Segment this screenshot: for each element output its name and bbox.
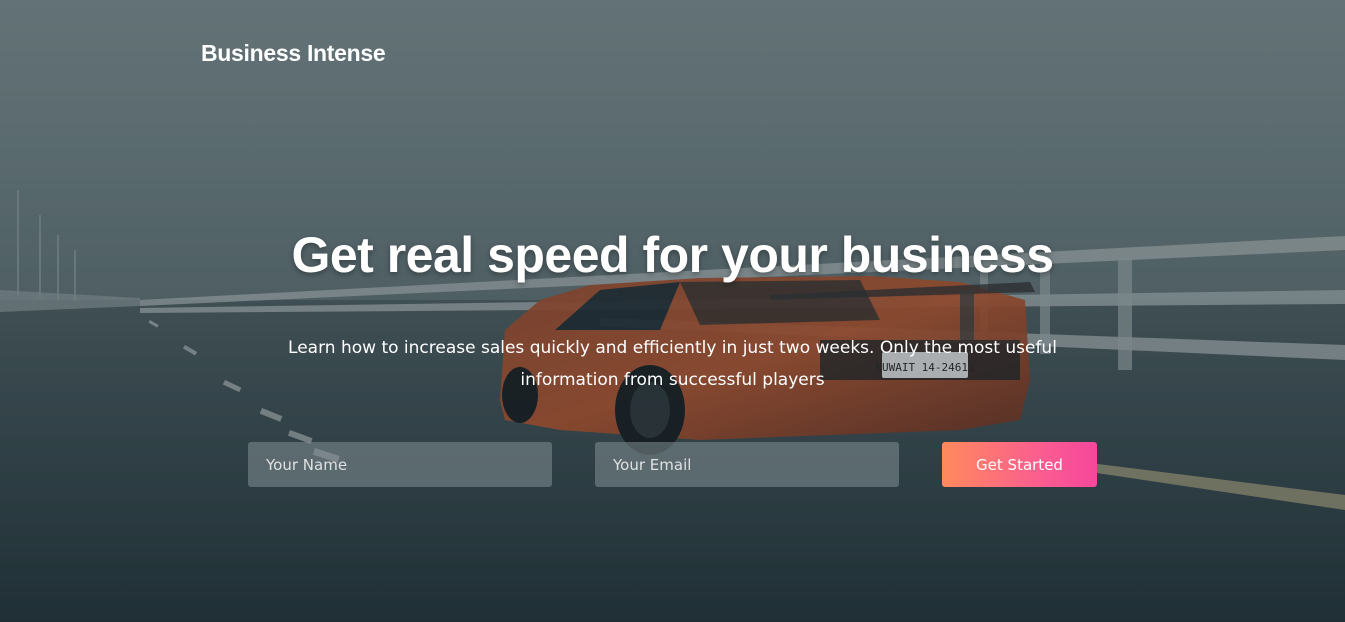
brand-logo[interactable]: Business Intense (201, 40, 386, 67)
dark-overlay (0, 0, 1345, 622)
hero-section: KUWAIT 14-24611 Business Intense Get rea… (0, 0, 1345, 622)
hero-headline: Get real speed for your business (291, 227, 1054, 283)
email-input[interactable] (595, 442, 899, 487)
name-input[interactable] (248, 442, 552, 487)
hero-subtext: Learn how to increase sales quickly and … (288, 338, 1057, 390)
get-started-button[interactable]: Get Started (942, 442, 1097, 487)
